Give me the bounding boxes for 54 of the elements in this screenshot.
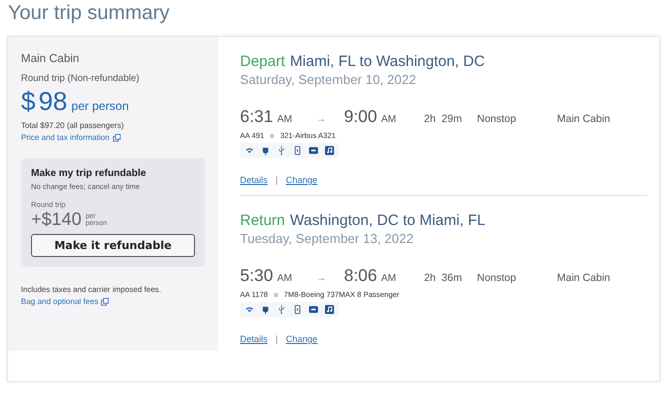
departure-time: 5:30 [240,266,274,286]
wifi-icon [245,305,254,314]
flight-duration: 2h 36m [424,272,463,284]
refund-price: +$140 [31,209,82,230]
link-separator: | [276,334,278,344]
arrow-glyph: → [316,114,327,125]
refund-title: Make my trip refundable [31,168,148,179]
bag-fees-link[interactable]: Bag and optional fees [21,297,98,306]
departure-time: 6:31 [240,107,274,127]
details-link[interactable]: Details [240,334,268,344]
arrow-glyph: → [316,273,327,284]
usb-icon [277,146,286,155]
music-icon [325,146,334,155]
route-title: Miami, FL to Washington, DC [290,53,485,70]
flight-date: Saturday, September 10, 2022 [240,72,418,87]
cabin-class: Main Cabin [557,113,610,125]
power-plug-icon [261,305,270,314]
music-icon [325,305,334,314]
power-plug-icon [261,146,270,155]
arrival-time: 9:00 [344,107,378,127]
page-title: Your trip summary [7,1,171,26]
change-link[interactable]: Change [286,175,318,185]
per-person-label: per person [71,99,129,113]
am-pm-label: AM [381,114,396,125]
details-link[interactable]: Details [240,175,268,185]
tv-icon [309,305,318,314]
cabin-class: Main Cabin [557,272,610,284]
wifi-icon [245,146,254,155]
price-info-link[interactable]: Price and tax information [21,133,110,142]
am-pm-label: AM [277,273,292,284]
make-refundable-button[interactable]: Make it refundable [31,234,195,257]
am-pm-label: AM [381,273,396,284]
cabin-label: Main Cabin [21,53,80,65]
am-pm-label: AM [277,114,292,125]
currency-sign: $ [21,86,36,117]
usb-icon [277,305,286,314]
route-title: Washington, DC to Miami, FL [290,212,486,229]
link-separator: | [276,175,278,185]
change-link[interactable]: Change [286,334,318,344]
external-link-icon [101,298,110,306]
stops-label: Nonstop [477,272,518,284]
tv-icon [309,146,318,155]
stops-label: Nonstop [477,113,518,125]
flight-date: Tuesday, September 13, 2022 [240,231,414,246]
external-link-icon [112,134,120,142]
phone-icon [293,146,302,155]
price-amount: 98 [38,86,68,117]
direction-label: Depart [240,53,286,70]
phone-icon [293,305,302,314]
arrival-time: 8:06 [344,266,378,286]
flight-duration: 2h 29m [424,113,463,125]
trip-type: Round trip (Non-refundable) [21,73,140,84]
total-price: Total $97.20 (all passengers) [21,121,125,130]
direction-label: Return [240,212,286,229]
